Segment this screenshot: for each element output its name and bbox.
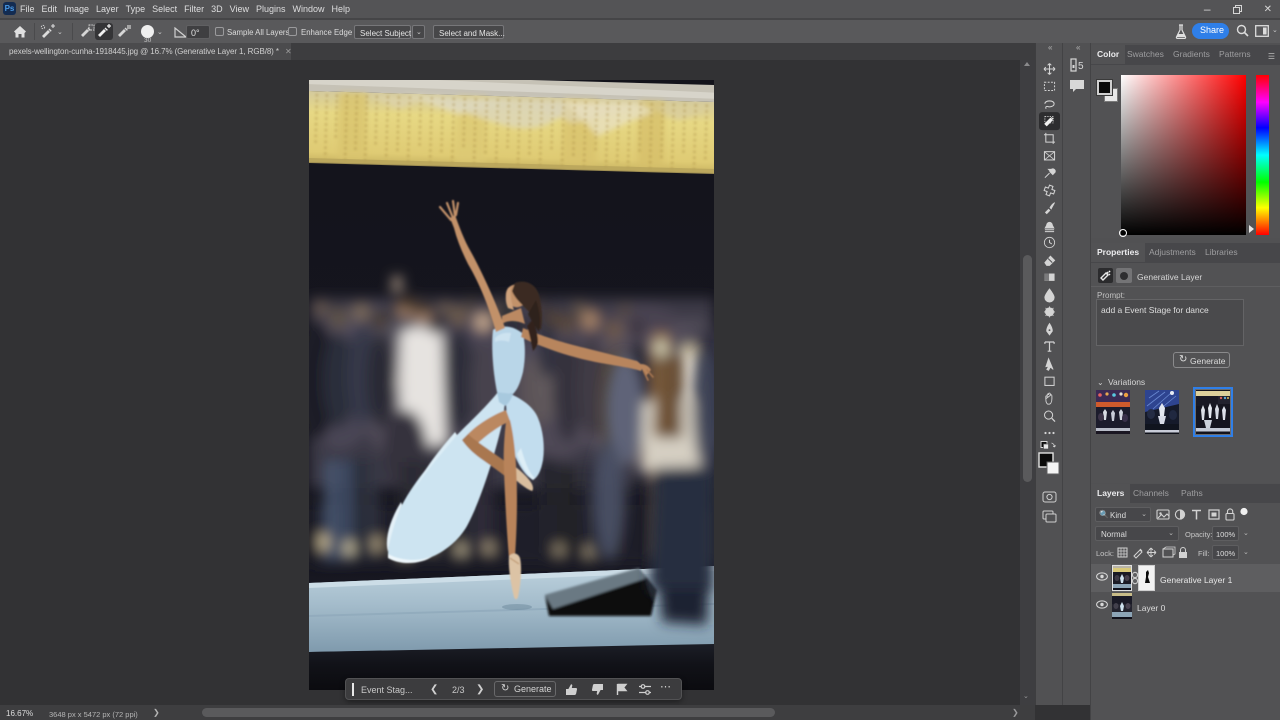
svg-text:5: 5	[1078, 61, 1084, 72]
